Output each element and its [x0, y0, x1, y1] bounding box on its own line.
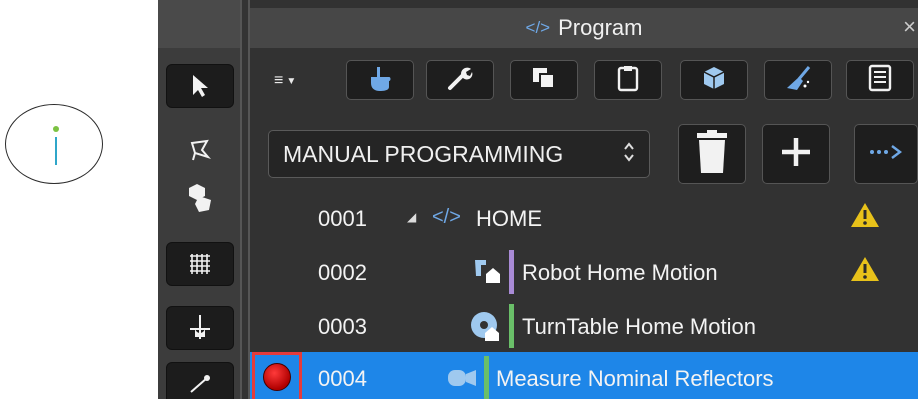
lasso-icon[interactable]	[166, 128, 234, 172]
program-select[interactable]: MANUAL PROGRAMMING	[268, 130, 650, 178]
row-number: 0003	[318, 314, 367, 339]
program-select-value: MANUAL PROGRAMMING	[283, 140, 564, 167]
delete-button[interactable]	[678, 124, 746, 184]
row-label: HOME	[476, 206, 542, 231]
clipboard-icon	[616, 64, 640, 97]
row-label: TurnTable Home Motion	[522, 314, 756, 339]
cube-icon	[700, 64, 728, 97]
paste-button[interactable]	[594, 60, 662, 100]
left-toolbar	[158, 0, 240, 399]
close-icon[interactable]: ×	[903, 14, 916, 40]
teach-button[interactable]	[346, 60, 414, 100]
run-next-button[interactable]	[854, 124, 918, 184]
object-select-icon[interactable]	[166, 176, 234, 220]
hand-icon	[365, 63, 395, 98]
row-number: 0001	[318, 206, 367, 231]
turntable-home-icon	[470, 310, 502, 348]
tree-row[interactable]: 0002 Robot Home Motion	[250, 246, 918, 298]
tree-row-selected[interactable]: 0004 Measure Nominal Reflectors	[250, 352, 918, 399]
dots-arrow-icon	[866, 142, 906, 167]
robot-home-icon	[472, 256, 502, 292]
row-color-bar	[509, 250, 514, 294]
row-color-bar	[484, 356, 489, 399]
row-label: Measure Nominal Reflectors	[496, 366, 774, 391]
program-toolbar: ≡ ▼	[250, 56, 918, 104]
program-panel: </> Program × ≡ ▼ MANUAL PROGRAMMING 000…	[250, 0, 918, 399]
move-icon[interactable]	[166, 306, 234, 350]
info-dot	[53, 126, 59, 132]
copy-icon	[530, 65, 558, 96]
panel-header: </> Program	[250, 8, 918, 48]
breakpoint-icon	[263, 363, 291, 391]
breakpoint-toggle[interactable]	[252, 352, 302, 399]
up-down-chevron-icon	[623, 141, 635, 168]
add-button[interactable]	[762, 124, 830, 184]
broom-icon	[783, 64, 813, 97]
collapse-triangle-icon[interactable]: ◢	[407, 210, 416, 224]
copy-button[interactable]	[510, 60, 578, 100]
measure-tool-icon[interactable]	[166, 362, 234, 399]
row-label: Robot Home Motion	[522, 260, 718, 285]
menu-icon: ≡	[274, 72, 284, 89]
left-toolbar-top-band	[158, 0, 240, 48]
menu-button[interactable]: ≡ ▼	[274, 66, 314, 96]
measure-camera-icon	[446, 364, 478, 398]
chevron-down-icon: ▼	[286, 75, 297, 87]
panel-title: Program	[558, 15, 643, 40]
program-selector-row: MANUAL PROGRAMMING	[250, 124, 918, 188]
info-bar	[55, 137, 58, 165]
object-button[interactable]	[680, 60, 748, 100]
list-button[interactable]	[846, 60, 914, 100]
list-icon	[868, 64, 892, 97]
settings-button[interactable]	[426, 60, 494, 100]
row-number: 0004	[318, 366, 367, 391]
trash-icon	[695, 129, 729, 179]
tree-row[interactable]: 0001 ◢ </> HOME	[250, 192, 918, 244]
plus-icon	[779, 135, 813, 174]
warning-icon	[850, 202, 880, 234]
grid-icon[interactable]	[166, 242, 234, 286]
tree-row[interactable]: 0003 TurnTable Home Motion	[250, 300, 918, 352]
row-color-bar	[509, 304, 514, 348]
row-number: 0002	[318, 260, 367, 285]
wrench-icon	[446, 64, 474, 97]
clean-button[interactable]	[764, 60, 832, 100]
code-icon: </>	[525, 18, 551, 37]
info-icon	[5, 104, 103, 184]
select-arrow-icon[interactable]	[166, 64, 234, 108]
warning-icon	[850, 256, 880, 288]
code-icon: </>	[432, 206, 461, 228]
panel-splitter[interactable]	[240, 0, 250, 399]
app-window: </> Program × ≡ ▼ MANUAL PROGRAMMING 000…	[158, 0, 918, 399]
